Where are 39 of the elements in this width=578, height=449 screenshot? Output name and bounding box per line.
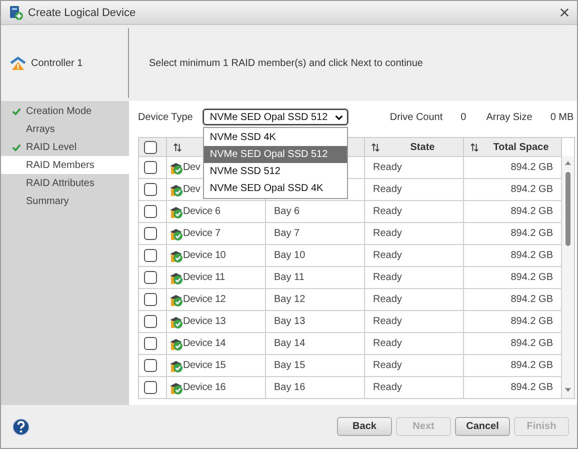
table-cell: Bay 13: [266, 311, 365, 332]
drive-count-label: Drive Count: [390, 112, 443, 122]
table-cell: Device 14: [183, 338, 226, 349]
table-cell: Device 7: [183, 228, 220, 239]
table-cell: Dev: [183, 162, 200, 173]
table-cell: Device 11: [183, 272, 225, 283]
table-cell: Device 10: [183, 250, 226, 261]
table-cell: Device 6: [183, 206, 220, 217]
table-cell: Ready: [365, 289, 464, 310]
table-cell: Bay 10: [266, 245, 365, 266]
table-cell: Ready: [365, 245, 464, 266]
table-cell: Device 12: [183, 294, 226, 305]
table-cell: Ready: [365, 201, 464, 222]
table-cell: Bay 14: [266, 333, 365, 354]
drive-count-value: 0: [460, 112, 466, 122]
table-cell: Ready: [365, 223, 464, 244]
table-cell: Ready: [365, 311, 464, 332]
table-cell: Bay 12: [266, 289, 365, 310]
table-cell: Ready: [365, 267, 464, 288]
table-cell: Ready: [365, 157, 464, 178]
window-title: Create Logical Device: [28, 6, 137, 18]
table-cell: Bay 16: [266, 377, 365, 398]
array-size-label: Array Size: [486, 112, 532, 122]
table-cell: Device 13: [183, 316, 226, 327]
instruction-text: Select minimum 1 RAID member(s) and click Next to continue: [149, 58, 423, 68]
table-cell: Bay 7: [266, 223, 365, 244]
table-cell: Dev: [183, 184, 200, 195]
table-cell: Ready: [365, 355, 464, 376]
device-type-label: Device Type: [138, 112, 193, 122]
table-cell: Bay 11: [266, 267, 365, 288]
table-cell: Ready: [365, 333, 464, 354]
table-cell: Ready: [365, 377, 464, 398]
table-cell: Device 16: [183, 382, 226, 393]
table-cell: Device 15: [183, 360, 226, 371]
array-size-value: 0 MB: [550, 112, 574, 122]
table-cell: Bay 6: [266, 201, 365, 222]
table-cell: Bay 15: [266, 355, 365, 376]
controller-label: Controller 1: [31, 58, 83, 68]
table-cell: Ready: [365, 179, 464, 200]
